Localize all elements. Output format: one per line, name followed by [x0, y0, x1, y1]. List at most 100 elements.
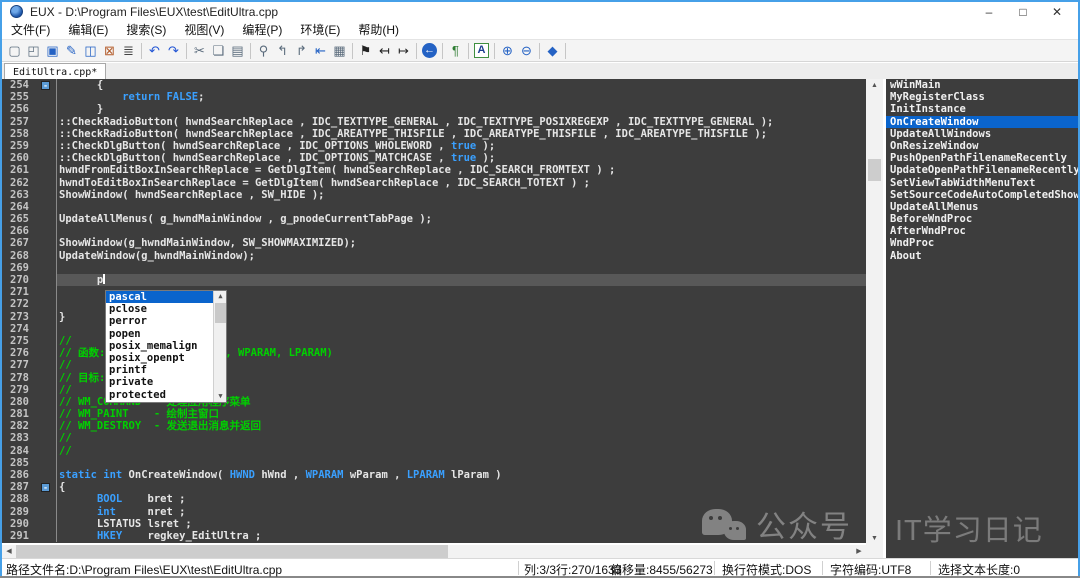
editor-vertical-scrollbar[interactable]: ▲ ▼ [866, 79, 883, 545]
prev-bookmark-icon[interactable]: ↤ [375, 41, 394, 60]
menu-item[interactable]: 搜索(S) [117, 22, 175, 39]
code-line[interactable]: 265UpdateAllMenus( g_hwndMainWindow , g_… [2, 213, 866, 225]
line-endings-icon[interactable]: ¶ [446, 41, 465, 60]
new-file-icon[interactable]: ▢ [5, 41, 24, 60]
code-line[interactable]: 260::CheckDlgButton( hwndSearchReplace ,… [2, 152, 866, 164]
find-icon[interactable]: ⚲ [254, 41, 273, 60]
code-line[interactable]: 259::CheckDlgButton( hwndSearchReplace ,… [2, 140, 866, 152]
function-list-item[interactable]: UpdateAllMenus [886, 201, 1078, 213]
save-icon[interactable]: ▣ [43, 41, 62, 60]
code-line[interactable]: 257::CheckRadioButton( hwndSearchReplace… [2, 116, 866, 128]
function-list-item[interactable]: SetSourceCodeAutoCompletedShowA [886, 189, 1078, 201]
code-line[interactable]: 261hwndFromEditBoxInSearchReplace = GetD… [2, 164, 866, 176]
doc-list-icon[interactable]: ≣ [119, 41, 138, 60]
function-list-item[interactable]: About [886, 250, 1078, 262]
function-list-item[interactable]: BeforeWndProc [886, 213, 1078, 225]
popup-scroll-thumb[interactable] [215, 303, 226, 323]
zoom-in-icon[interactable]: ⊕ [498, 41, 517, 60]
vertical-scroll-thumb[interactable] [868, 159, 881, 181]
code-line[interactable]: 281// WM_PAINT - 绘制主窗口 [2, 408, 866, 420]
function-list-item[interactable]: InitInstance [886, 103, 1078, 115]
code-line[interactable]: 254- { [2, 79, 866, 91]
function-list-item[interactable]: WndProc [886, 237, 1078, 249]
autocomplete-item[interactable]: pascal [106, 291, 226, 303]
function-list-item[interactable]: MyRegisterClass [886, 91, 1078, 103]
autocomplete-item[interactable]: posix_openpt [106, 352, 226, 364]
copy-icon[interactable]: ❏ [209, 41, 228, 60]
code-line[interactable]: 283// [2, 432, 866, 444]
maximize-button[interactable]: □ [1006, 2, 1040, 22]
function-list-item[interactable]: wWinMain [886, 79, 1078, 91]
autocomplete-item[interactable]: private [106, 376, 226, 388]
autocomplete-item[interactable]: pclose [106, 303, 226, 315]
open-file-icon[interactable]: ◰ [24, 41, 43, 60]
replace-icon[interactable]: ▦ [330, 41, 349, 60]
scroll-down-icon[interactable]: ▼ [866, 532, 883, 545]
code-line[interactable]: 269 [2, 262, 866, 274]
scroll-up-icon[interactable]: ▲ [866, 79, 883, 92]
popup-scroll-down-icon[interactable]: ▼ [214, 391, 227, 402]
save-as-icon[interactable]: ✎ [62, 41, 81, 60]
code-line[interactable]: 256 } [2, 103, 866, 115]
code-line[interactable]: 266 [2, 225, 866, 237]
autocomplete-item[interactable]: posix_memalign [106, 340, 226, 352]
menu-item[interactable]: 文件(F) [2, 22, 59, 39]
undo-icon[interactable]: ↶ [145, 41, 164, 60]
fold-margin [36, 530, 56, 542]
code-line[interactable]: 286static int OnCreateWindow( HWND hWnd … [2, 469, 866, 481]
function-list-item[interactable]: OnCreateWindow [886, 116, 1078, 128]
code-line[interactable]: 264 [2, 201, 866, 213]
code-line[interactable]: 284// [2, 445, 866, 457]
function-list-item[interactable]: PushOpenPathFilenameRecently [886, 152, 1078, 164]
code-line[interactable]: 270 p [2, 274, 866, 286]
close-button[interactable]: ✕ [1040, 2, 1074, 22]
code-line[interactable]: 258::CheckRadioButton( hwndSearchReplace… [2, 128, 866, 140]
function-list-item[interactable]: UpdateOpenPathFilenameRecently [886, 164, 1078, 176]
autocomplete-item[interactable]: popen [106, 328, 226, 340]
function-list-item[interactable]: UpdateAllWindows [886, 128, 1078, 140]
menu-item[interactable]: 环境(E) [291, 22, 349, 39]
function-list-item[interactable]: AfterWndProc [886, 225, 1078, 237]
popup-scrollbar[interactable]: ▲ ▼ [213, 291, 226, 402]
syntax-highlight-icon[interactable]: A [474, 43, 489, 58]
redo-icon[interactable]: ↷ [164, 41, 183, 60]
code-line[interactable]: 285 [2, 457, 866, 469]
code-line[interactable]: 282// WM_DESTROY - 发送退出消息并返回 [2, 420, 866, 432]
goto-line-icon[interactable]: ⇤ [311, 41, 330, 60]
function-list-panel[interactable]: wWinMainMyRegisterClassInitInstanceOnCre… [883, 79, 1078, 558]
scroll-left-icon[interactable]: ◀ [2, 545, 16, 558]
minimize-button[interactable]: – [972, 2, 1006, 22]
menu-item[interactable]: 编辑(E) [59, 22, 117, 39]
editor-horizontal-scrollbar[interactable]: ◀ ▶ [2, 545, 866, 558]
popup-scroll-up-icon[interactable]: ▲ [214, 291, 227, 302]
scroll-right-icon[interactable]: ▶ [852, 545, 866, 558]
menu-item[interactable]: 视图(V) [175, 22, 233, 39]
autocomplete-item[interactable]: protected [106, 389, 226, 401]
save-all-icon[interactable]: ◫ [81, 41, 100, 60]
code-line[interactable]: 267ShowWindow(g_hwndMainWindow, SW_SHOWM… [2, 237, 866, 249]
function-list-item[interactable]: SetViewTabWidthMenuText [886, 177, 1078, 189]
function-list-item[interactable]: OnResizeWindow [886, 140, 1078, 152]
code-line[interactable]: 287-{ [2, 481, 866, 493]
horizontal-scroll-thumb[interactable] [16, 545, 448, 558]
menu-item[interactable]: 帮助(H) [349, 22, 408, 39]
code-line[interactable]: 268UpdateWindow(g_hwndMainWindow); [2, 250, 866, 262]
bookmark-icon[interactable]: ⚑ [356, 41, 375, 60]
code-line[interactable]: 263ShowWindow( hwndSearchReplace , SW_HI… [2, 189, 866, 201]
fold-collapse-icon[interactable]: - [41, 483, 50, 492]
zoom-out-icon[interactable]: ⊖ [517, 41, 536, 60]
cut-icon[interactable]: ✂ [190, 41, 209, 60]
find-prev-icon[interactable]: ↰ [273, 41, 292, 60]
autocomplete-item[interactable]: printf [106, 364, 226, 376]
code-line[interactable]: 255 return FALSE; [2, 91, 866, 103]
autocomplete-item[interactable]: perror [106, 315, 226, 327]
next-bookmark-icon[interactable]: ↦ [394, 41, 413, 60]
about-icon[interactable]: ◆ [543, 41, 562, 60]
close-file-icon[interactable]: ⊠ [100, 41, 119, 60]
code-line[interactable]: 262hwndToEditBoxInSearchReplace = GetDlg… [2, 177, 866, 189]
find-next-icon[interactable]: ↱ [292, 41, 311, 60]
fold-collapse-icon[interactable]: - [41, 81, 50, 90]
paste-icon[interactable]: ▤ [228, 41, 247, 60]
back-icon[interactable]: ← [422, 43, 437, 58]
menu-item[interactable]: 编程(P) [233, 22, 291, 39]
